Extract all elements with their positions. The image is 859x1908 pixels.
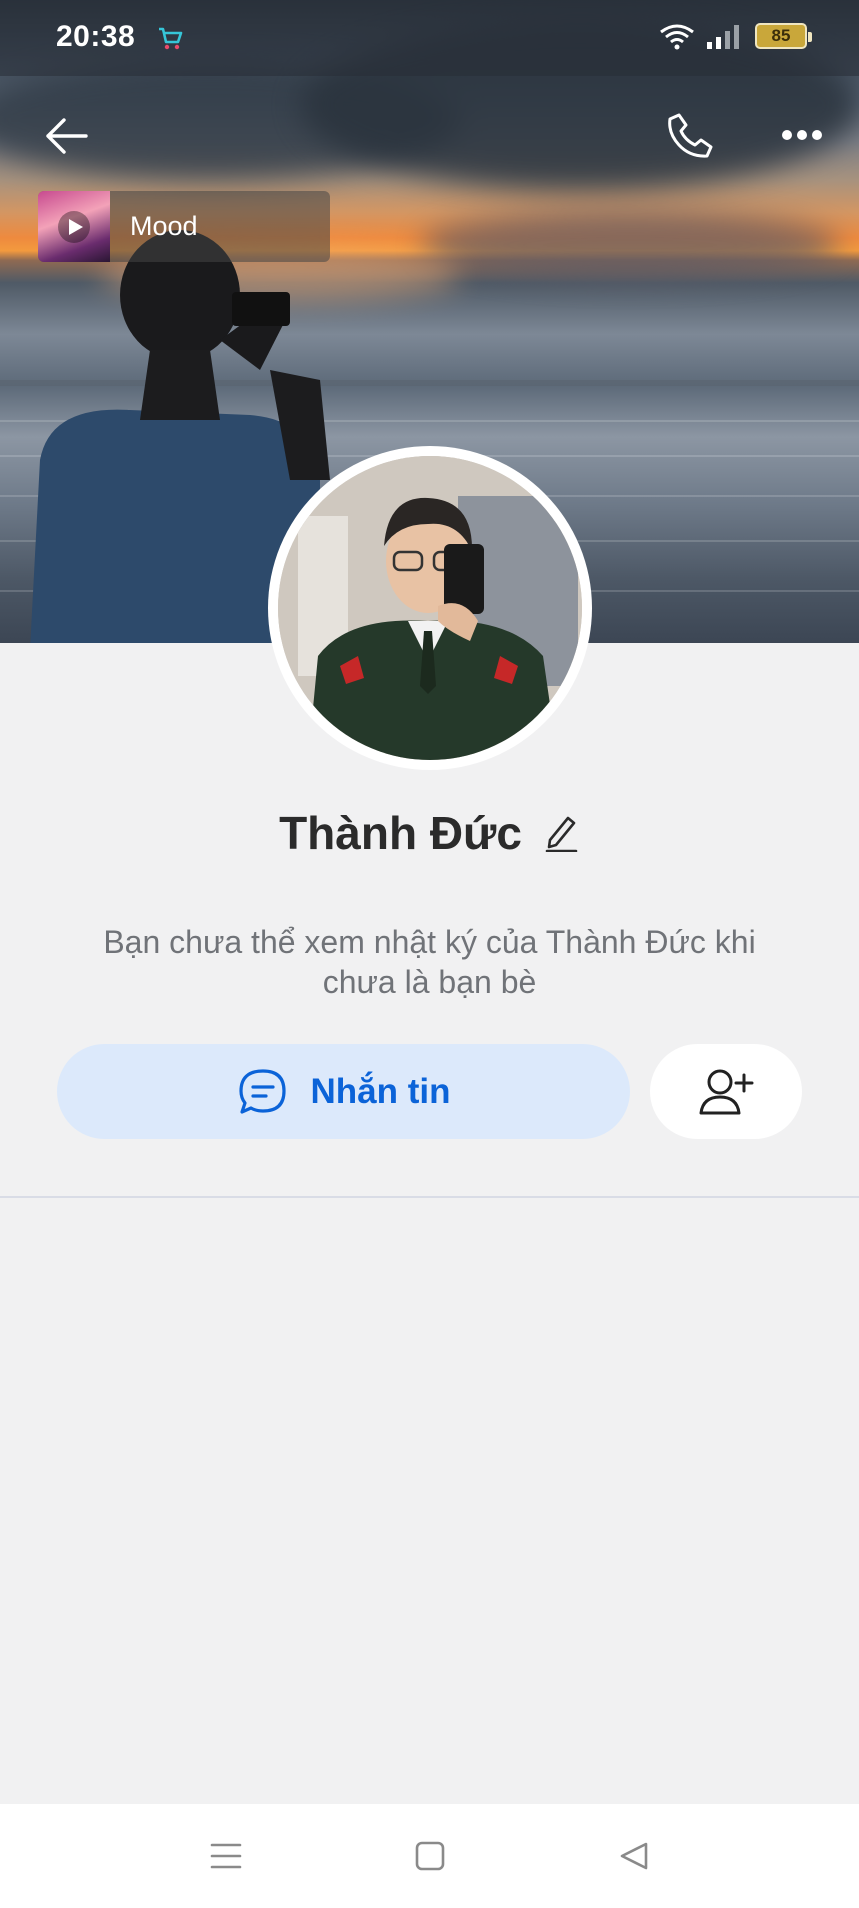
status-bar: 20:38 85 — [0, 0, 859, 76]
section-divider — [0, 1196, 859, 1198]
message-button[interactable]: Nhắn tin — [57, 1044, 630, 1139]
avatar-photo — [278, 456, 582, 760]
arrow-left-icon — [46, 118, 88, 154]
system-back-button[interactable] — [614, 1836, 654, 1876]
system-navigation-bar — [0, 1804, 859, 1908]
notice-line-2: chưa là bạn bè — [322, 964, 537, 1000]
battery-level: 85 — [771, 26, 791, 45]
signal-icon — [707, 25, 739, 49]
mood-thumbnail — [38, 191, 110, 262]
add-friend-button[interactable] — [650, 1044, 802, 1139]
phone-icon — [668, 113, 713, 158]
wifi-icon — [660, 24, 694, 50]
avatar-portrait — [278, 456, 582, 760]
more-horizontal-icon — [782, 130, 822, 140]
status-icons: 85 — [659, 22, 812, 50]
profile-name: Thành Đức — [279, 807, 522, 859]
menu-icon — [210, 1843, 242, 1869]
pencil-icon — [545, 816, 578, 852]
message-button-label: Nhắn tin — [310, 1071, 451, 1111]
more-button[interactable] — [772, 110, 832, 160]
home-button[interactable] — [410, 1836, 450, 1876]
name-row: Thành Đức — [0, 806, 859, 860]
recent-apps-button[interactable] — [206, 1836, 246, 1876]
cloud — [420, 210, 840, 280]
diary-privacy-notice: Bạn chưa thể xem nhật ký của Thành Đức k… — [70, 922, 789, 1002]
battery-icon: 85 — [755, 23, 812, 49]
play-icon — [58, 210, 90, 243]
back-triangle-icon — [620, 1842, 648, 1870]
mood-chip[interactable]: Mood — [38, 191, 330, 262]
call-button[interactable] — [660, 106, 720, 166]
back-button[interactable] — [38, 108, 94, 164]
add-user-icon — [699, 1069, 754, 1114]
home-icon — [415, 1841, 445, 1871]
avatar[interactable] — [268, 446, 592, 770]
notice-line-1: Bạn chưa thể xem nhật ký của Thành Đức k… — [103, 924, 756, 960]
edit-name-button[interactable] — [544, 813, 580, 853]
chat-bubble-icon — [238, 1068, 286, 1114]
mood-label: Mood — [130, 211, 198, 241]
status-time: 20:38 — [56, 20, 136, 53]
shopping-cart-icon — [159, 27, 183, 50]
